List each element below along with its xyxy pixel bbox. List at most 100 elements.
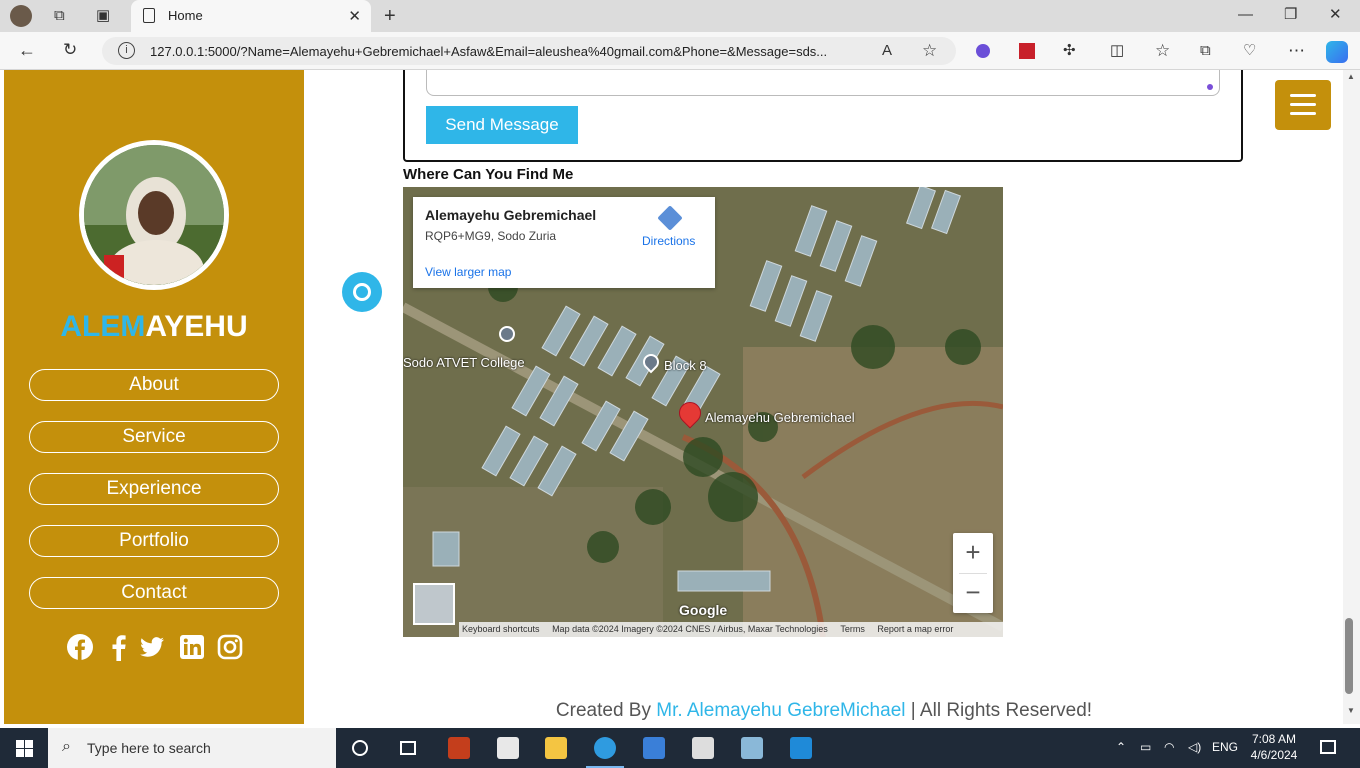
brand-highlight: ALEM bbox=[60, 310, 146, 343]
browser-tab-bar: ⧉ ▣ Home ✕ + — ❐ ✕ bbox=[0, 0, 1360, 32]
new-tab-icon[interactable]: + bbox=[384, 6, 396, 26]
cortana-icon[interactable] bbox=[352, 740, 368, 756]
zoom-out-button[interactable]: − bbox=[953, 575, 993, 611]
message-textarea[interactable] bbox=[426, 70, 1220, 96]
terms-link[interactable]: Terms bbox=[840, 624, 865, 634]
footer-suffix: | All Rights Reserved! bbox=[905, 700, 1093, 721]
page-icon bbox=[143, 8, 155, 23]
zoom-in-button[interactable]: + bbox=[953, 535, 993, 571]
search-icon: ⌕ bbox=[62, 738, 71, 755]
edge-browser-icon[interactable] bbox=[594, 737, 616, 759]
google-logo: Google bbox=[679, 602, 728, 618]
network-icon[interactable]: ▭ bbox=[1140, 740, 1151, 754]
taskbar-search[interactable]: ⌕ Type here to search bbox=[48, 728, 336, 768]
keyboard-shortcuts-link[interactable]: Keyboard shortcuts bbox=[462, 624, 540, 634]
report-error-link[interactable]: Report a map error bbox=[877, 624, 953, 634]
footer-author-link[interactable]: Mr. Alemayehu GebreMichael bbox=[656, 700, 905, 721]
nav-experience-button[interactable]: Experience bbox=[29, 473, 279, 505]
url-text[interactable]: 127.0.0.1:5000/?Name=Alemayehu+Gebremich… bbox=[150, 44, 870, 59]
facebook-icon[interactable] bbox=[66, 633, 94, 661]
map-attribution-bar: Keyboard shortcuts Map data ©2024 Imager… bbox=[459, 622, 1003, 637]
extension-icon[interactable] bbox=[1019, 43, 1035, 59]
volume-icon[interactable]: ◁) bbox=[1188, 740, 1201, 754]
clock-date: 4/6/2024 bbox=[1250, 748, 1298, 762]
favorites-icon[interactable]: ☆ bbox=[1155, 42, 1170, 59]
map-heading: Where Can You Find Me bbox=[403, 166, 574, 183]
workspaces-icon[interactable]: ⧉ bbox=[54, 8, 65, 23]
close-tab-icon[interactable]: ✕ bbox=[348, 7, 361, 25]
tab-home[interactable]: Home ✕ bbox=[131, 0, 371, 32]
linkedin-icon[interactable] bbox=[178, 633, 206, 661]
tab-title: Home bbox=[168, 8, 203, 23]
nav-service-button[interactable]: Service bbox=[29, 421, 279, 453]
minimize-icon[interactable]: — bbox=[1238, 7, 1253, 22]
profile-avatar[interactable] bbox=[10, 5, 32, 27]
place-title: Alemayehu Gebremichael bbox=[425, 207, 597, 223]
hamburger-line bbox=[1290, 112, 1316, 115]
more-menu-icon[interactable]: ⋯ bbox=[1288, 42, 1305, 59]
app-icon[interactable] bbox=[741, 737, 763, 759]
scroll-down-arrow[interactable]: ▼ bbox=[1347, 706, 1355, 715]
file-explorer-icon[interactable] bbox=[545, 737, 567, 759]
favorite-star-icon[interactable]: ☆ bbox=[922, 42, 937, 59]
menu-toggle-button[interactable] bbox=[1275, 80, 1331, 130]
clock-time: 7:08 AM bbox=[1251, 732, 1297, 746]
restore-icon[interactable]: ❐ bbox=[1284, 7, 1297, 22]
tray-chevron-icon[interactable]: ⌃ bbox=[1116, 740, 1126, 754]
brand-name: ALEMAYEHU bbox=[4, 310, 304, 344]
language-indicator[interactable]: ENG bbox=[1212, 740, 1238, 754]
browser-essentials-icon[interactable]: ♡ bbox=[1243, 43, 1256, 58]
back-icon[interactable]: ← bbox=[18, 41, 36, 59]
store-icon[interactable] bbox=[643, 737, 665, 759]
read-aloud-icon[interactable]: A bbox=[882, 43, 892, 58]
map-place-card: Alemayehu Gebremichael RQP6+MG9, Sodo Zu… bbox=[413, 197, 715, 288]
site-info-icon[interactable]: i bbox=[118, 42, 135, 59]
sidebar: ALEMAYEHU About Service Experience Portf… bbox=[4, 70, 304, 724]
collections-icon[interactable]: ⧉ bbox=[1200, 43, 1211, 58]
footer-prefix: Created By bbox=[555, 700, 657, 721]
map-type-toggle[interactable] bbox=[413, 583, 455, 625]
taskbar-clock[interactable]: 7:08 AM 4/6/2024 bbox=[1238, 731, 1310, 763]
send-message-button[interactable]: Send Message bbox=[426, 106, 578, 144]
extensions-icon[interactable]: ✣ bbox=[1063, 43, 1076, 58]
place-address: RQP6+MG9, Sodo Zuria bbox=[425, 229, 557, 243]
directions-link[interactable]: Directions bbox=[642, 234, 695, 248]
task-view-icon[interactable] bbox=[400, 741, 416, 755]
nav-portfolio-button[interactable]: Portfolio bbox=[29, 525, 279, 557]
vscode-icon[interactable] bbox=[790, 737, 812, 759]
google-map-embed[interactable]: Alemayehu Gebremichael RQP6+MG9, Sodo Zu… bbox=[403, 187, 1003, 637]
copilot-icon[interactable] bbox=[1326, 41, 1348, 63]
app-icon[interactable] bbox=[497, 737, 519, 759]
tab-actions-icon[interactable]: ▣ bbox=[96, 8, 110, 23]
map-label-college: Sodo ATVET College bbox=[403, 355, 525, 370]
extension-icon[interactable] bbox=[976, 44, 990, 58]
calendar-app-icon[interactable] bbox=[692, 737, 714, 759]
scrollbar-thumb[interactable] bbox=[1345, 618, 1353, 694]
notifications-icon[interactable] bbox=[1320, 740, 1336, 754]
directions-icon[interactable] bbox=[657, 205, 683, 231]
wifi-icon[interactable]: ◠ bbox=[1164, 740, 1174, 754]
map-data-text: Map data ©2024 Imagery ©2024 CNES / Airb… bbox=[552, 624, 828, 634]
refresh-icon[interactable]: ↻ bbox=[63, 41, 77, 58]
facebook-f-icon[interactable] bbox=[105, 633, 133, 661]
hamburger-line bbox=[1290, 103, 1316, 106]
twitter-icon[interactable] bbox=[138, 633, 166, 661]
map-label-pin: Alemayehu Gebremichael bbox=[705, 410, 855, 425]
school-marker-icon[interactable] bbox=[499, 326, 515, 342]
profile-photo bbox=[79, 140, 229, 290]
resize-handle[interactable] bbox=[1207, 84, 1213, 90]
powerpoint-app-icon[interactable] bbox=[448, 737, 470, 759]
search-placeholder: Type here to search bbox=[87, 740, 211, 756]
start-button[interactable] bbox=[16, 740, 33, 757]
brand-rest: AYEHU bbox=[145, 310, 248, 343]
close-window-icon[interactable]: ✕ bbox=[1329, 7, 1342, 22]
url-field[interactable]: i 127.0.0.1:5000/?Name=Alemayehu+Gebremi… bbox=[102, 37, 956, 65]
instagram-icon[interactable] bbox=[216, 633, 244, 661]
scroll-up-arrow[interactable]: ▲ bbox=[1347, 72, 1355, 81]
scroll-top-button[interactable] bbox=[342, 272, 382, 312]
nav-about-button[interactable]: About bbox=[29, 369, 279, 401]
nav-contact-button[interactable]: Contact bbox=[29, 577, 279, 609]
split-screen-icon[interactable]: ◫ bbox=[1110, 43, 1124, 58]
view-larger-map-link[interactable]: View larger map bbox=[425, 265, 511, 279]
zoom-divider bbox=[959, 573, 987, 574]
